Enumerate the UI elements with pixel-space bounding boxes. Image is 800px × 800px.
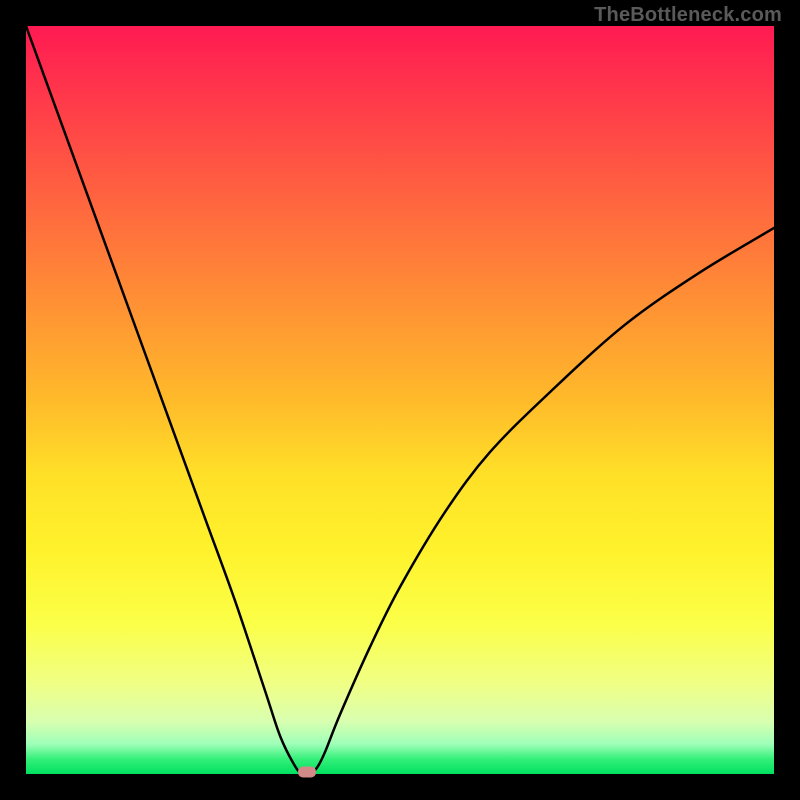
watermark-text: TheBottleneck.com <box>594 4 782 27</box>
curve-path <box>26 26 774 774</box>
chart-container: TheBottleneck.com <box>0 0 800 800</box>
bottleneck-curve <box>26 26 774 774</box>
plot-area <box>26 26 774 774</box>
optimal-point-marker <box>298 767 316 778</box>
